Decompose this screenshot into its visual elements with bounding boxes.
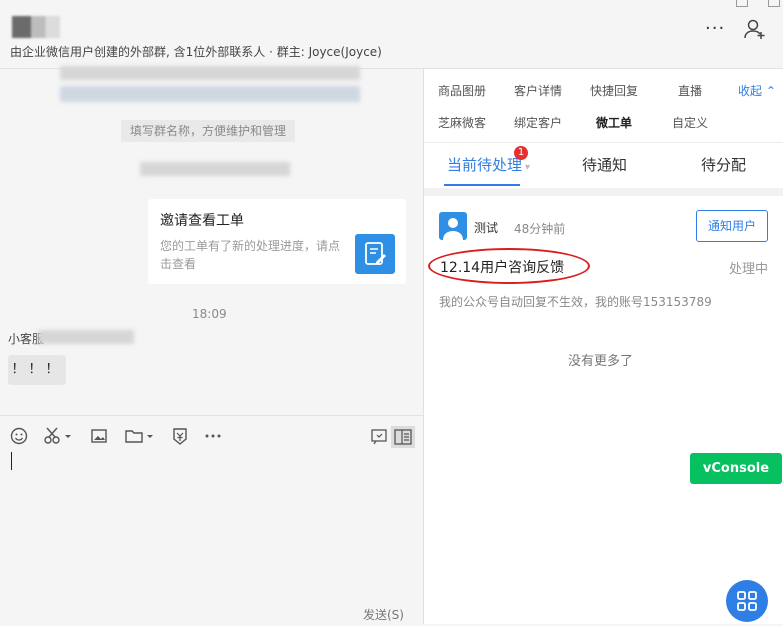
side-panel xyxy=(424,69,783,624)
maximize-icon[interactable] xyxy=(768,0,780,7)
blurred-message xyxy=(60,86,360,102)
ticket-invite-card[interactable]: 邀请查看工单 您的工单有了新的处理进度，请点击查看 xyxy=(148,199,406,284)
chevron-up-icon: ⌃ xyxy=(765,84,776,98)
nav-product-album[interactable]: 商品图册 xyxy=(438,82,486,99)
no-more-text: 没有更多了 xyxy=(568,354,634,369)
red-packet-icon[interactable] xyxy=(170,426,190,448)
message-input[interactable] xyxy=(0,457,423,624)
ticket-status: 处理中 xyxy=(729,262,769,277)
emoji-icon[interactable] xyxy=(9,426,29,448)
nav-collapse[interactable]: 收起 ⌃ xyxy=(738,82,776,99)
more-button[interactable]: ··· xyxy=(705,18,725,39)
group-title-blurred xyxy=(12,16,60,38)
nav-custom[interactable]: 自定义 xyxy=(672,114,708,131)
collapse-label: 收起 xyxy=(738,84,763,98)
tab-pending-label: 当前待处理 xyxy=(447,156,523,174)
side-panel-toggle-icon[interactable] xyxy=(391,426,415,448)
chevron-down-icon: ▾ xyxy=(525,162,531,173)
nav-zhima-weike[interactable]: 芝麻微客 xyxy=(438,114,486,131)
folder-icon[interactable] xyxy=(123,426,155,448)
add-member-icon[interactable] xyxy=(744,18,766,44)
group-subtitle: 由企业微信用户创建的外部群, 含1位外部联系人 · 群主: Joyce(Joyc… xyxy=(10,45,382,59)
blurred-message xyxy=(140,162,290,176)
input-toolbar xyxy=(0,415,423,458)
notify-user-button[interactable]: 通知用户 xyxy=(696,210,768,242)
edit-document-icon xyxy=(355,234,395,274)
nav-bind-customer[interactable]: 绑定客户 xyxy=(514,114,562,131)
message-time: 18:09 xyxy=(192,307,227,321)
nav-live[interactable]: 直播 xyxy=(678,82,702,99)
chat-history-icon[interactable] xyxy=(369,426,389,448)
tab-to-notify[interactable]: 待通知 xyxy=(582,154,627,175)
ticket-user-name: 测试 xyxy=(474,221,499,235)
grid-menu-icon[interactable] xyxy=(726,580,768,622)
system-tip[interactable]: 填写群名称，方便维护和管理 xyxy=(121,120,296,142)
nav-micro-ticket[interactable]: 微工单 xyxy=(596,114,632,131)
blurred-message xyxy=(60,66,360,80)
ticket-time-ago: 48分钟前 xyxy=(514,222,566,236)
text-caret xyxy=(11,452,12,470)
nav-customer-details[interactable]: 客户详情 xyxy=(514,82,562,99)
user-avatar-icon xyxy=(439,212,467,240)
section-separator xyxy=(424,188,783,196)
image-icon[interactable] xyxy=(89,426,109,448)
minimize-icon[interactable] xyxy=(736,0,748,7)
tab-to-assign[interactable]: 待分配 xyxy=(701,154,746,175)
card-description: 您的工单有了新的处理进度，请点击查看 xyxy=(160,239,341,271)
ticket-description: 我的公众号自动回复不生效，我的账号153153789 xyxy=(439,295,712,309)
card-title: 邀请查看工单 xyxy=(160,213,244,229)
screenshot-scissors-icon[interactable] xyxy=(43,426,73,448)
active-tab-indicator xyxy=(444,184,520,186)
pending-count-badge: 1 xyxy=(514,146,528,160)
vconsole-button[interactable]: vConsole xyxy=(690,453,782,484)
tabs-divider xyxy=(424,142,783,143)
message-bubble[interactable]: ！！！ xyxy=(8,355,66,385)
send-button[interactable]: 发送(S) xyxy=(363,606,404,623)
annotation-circle xyxy=(428,248,590,284)
blurred-sender xyxy=(38,330,134,344)
nav-quick-reply[interactable]: 快捷回复 xyxy=(590,82,638,99)
more-tools-icon[interactable] xyxy=(204,426,224,448)
